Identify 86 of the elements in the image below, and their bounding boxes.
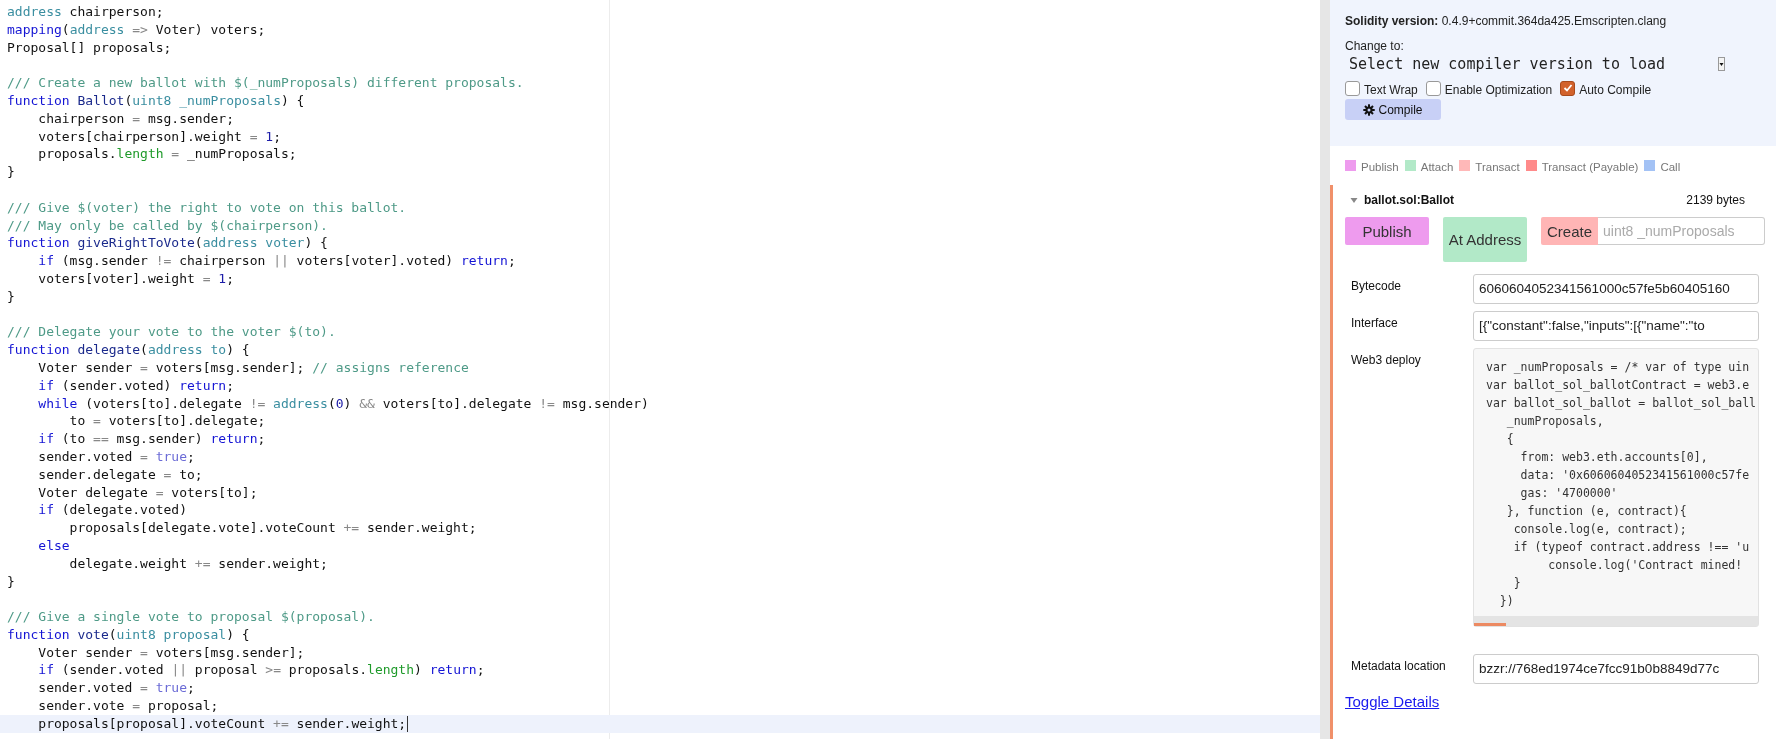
code-line: gas: '4700000' — [1519, 485, 1619, 502]
legend-label: Transact — [1475, 160, 1520, 174]
code-line: to = voters[to].delegate; — [68, 412, 266, 431]
code-line: Voter delegate = voters[to]; — [37, 483, 258, 502]
checkmark-icon — [1562, 83, 1573, 93]
legend-label: Call — [1660, 160, 1681, 174]
create-button[interactable]: Create — [1541, 217, 1598, 245]
checkbox-label: Text Wrap — [1364, 82, 1418, 97]
code-line: /// May only be called by $(chairperson). — [7, 216, 328, 235]
code-line: } — [7, 572, 15, 591]
code-line: sender.voted = true; — [37, 679, 195, 698]
checkbox-label: Auto Compile — [1579, 82, 1652, 97]
change-label: Change to: — [1345, 39, 1405, 53]
code-line: _numProposals, — [1505, 413, 1605, 430]
detail-label: Metadata location — [1350, 658, 1447, 673]
code-line: Voter sender = voters[msg.sender]; // assigns reference — [37, 358, 469, 377]
value-field[interactable]: 6060604052341561000c57fe5b60405160 — [1473, 274, 1759, 304]
gear-icon — [1363, 103, 1376, 116]
code-line: if (msg.sender != chairperson || voters[voter].voted) return; — [37, 252, 516, 270]
code-line: console.log(e, contract); — [1512, 521, 1688, 538]
checkbox[interactable] — [1560, 80, 1576, 96]
code-line: from: web3.eth.accounts[0], — [1519, 449, 1709, 466]
code-line: proposals[delegate.vote].voteCount += sender.weight; — [68, 519, 477, 537]
code-line: Proposal[] proposals; — [7, 38, 172, 57]
action-button[interactable]: At Address — [1443, 217, 1527, 262]
compile-button[interactable]: Compile — [1345, 99, 1441, 120]
code-line: voters[voter].weight = 1; — [37, 269, 234, 288]
code-line: /// Delegate your vote to the voter $(to). — [7, 323, 336, 342]
code-line: mapping(address => Voter) voters; — [7, 20, 266, 39]
code-line: if (delegate.voted) — [37, 501, 188, 520]
code-line: function vote(uint8 proposal) { — [7, 625, 250, 644]
code-line: voters[chairperson].weight = 1; — [37, 127, 281, 146]
code-line: sender.vote = proposal; — [37, 697, 219, 715]
code-line: if (sender.voted) return; — [37, 376, 234, 395]
code-line: Voter sender = voters[msg.sender]; — [37, 643, 305, 662]
checkbox-label: Enable Optimization — [1444, 82, 1553, 97]
code-line: proposals.length = _numProposals; — [37, 145, 297, 164]
code-line: delegate.weight += sender.weight; — [68, 554, 328, 573]
code-line: }, function (e, contract){ — [1505, 503, 1688, 520]
code-line: console.log('Contract mined! — [1547, 557, 1744, 574]
detail-label: Bytecode — [1350, 278, 1403, 293]
code-line: else — [37, 536, 70, 555]
compiler-select[interactable]: Select new compiler version to load — [1345, 53, 1725, 75]
argument-field[interactable]: uint8 _numProposals — [1598, 217, 1765, 245]
toggle-details-link[interactable]: Toggle Details — [1345, 693, 1440, 710]
code-line: if (typeof contract.address !== 'u — [1512, 539, 1751, 556]
legend-label: Attach — [1420, 160, 1454, 174]
code-line: chairperson = msg.sender; — [37, 109, 234, 128]
dropdown-caret-icon — [1718, 57, 1725, 71]
value-field[interactable]: [{"constant":false,"inputs":[{"name":"to — [1473, 311, 1759, 341]
code-line: address chairperson; — [7, 3, 164, 21]
code-line: while (voters[to].delegate != address(0) && voters[to].delegate != msg.sender) — [37, 394, 649, 413]
contract-size: 2139 bytes — [1686, 193, 1745, 207]
code-line: if (to == msg.sender) return; — [37, 430, 266, 448]
code-line: if (sender.voted || proposal >= proposals.length) return; — [37, 661, 485, 680]
code-line: /// Give $(voter) the right to vote on this ballot. — [7, 198, 407, 217]
code-line: var _numProposals = /* var of type uin — [1486, 359, 1751, 376]
code-line: /// Create a new ballot with $(_numProposals) different proposals. — [7, 74, 524, 92]
detail-label: Interface — [1350, 315, 1399, 330]
code-line: proposals[proposal].voteCount += sender.weight; — [37, 714, 407, 733]
code-line: } — [1512, 575, 1522, 592]
expanded-caret-icon[interactable] — [1350, 196, 1358, 204]
code-line: /// Give a single vote to proposal $(proposal). — [7, 608, 375, 626]
legend-label: Publish — [1361, 160, 1399, 174]
code-line: { — [1505, 431, 1515, 448]
detail-label: Web3 deploy — [1350, 352, 1422, 367]
code-line: function giveRightToVote(address voter) { — [7, 234, 328, 253]
value-field[interactable]: bzzr://768ed1974ce7fcc91b0b8849d77c — [1473, 654, 1759, 684]
code-line: var ballot_sol_ballot = ballot_sol_ball — [1486, 395, 1758, 412]
code-line: function delegate(address to) { — [7, 341, 250, 359]
code-line: sender.delegate = to; — [37, 465, 203, 484]
code-line: function Ballot(uint8 _numProposals) { — [7, 92, 305, 110]
contract-name: ballot.sol:Ballot — [1364, 193, 1454, 207]
checkbox[interactable] — [1425, 80, 1441, 96]
action-button[interactable]: Publish — [1345, 217, 1429, 245]
compiler-version: Solidity version: 0.4.9+commit.364da425.Emscripten.clang — [1345, 14, 1668, 29]
code-line: } — [7, 287, 15, 306]
text-cursor — [407, 715, 409, 732]
legend-label: Transact (Payable) — [1541, 160, 1639, 174]
code-line: sender.voted = true; — [37, 447, 195, 466]
code-line: } — [7, 163, 15, 181]
checkbox[interactable] — [1345, 80, 1360, 96]
code-line: var ballot_sol_ballotContract = web3.e — [1486, 377, 1751, 394]
code-line: data: '0x6060604052341561000c57fe — [1519, 467, 1751, 484]
code-line: }) — [1498, 593, 1515, 610]
horizontal-scrollbar[interactable] — [1474, 616, 1758, 626]
